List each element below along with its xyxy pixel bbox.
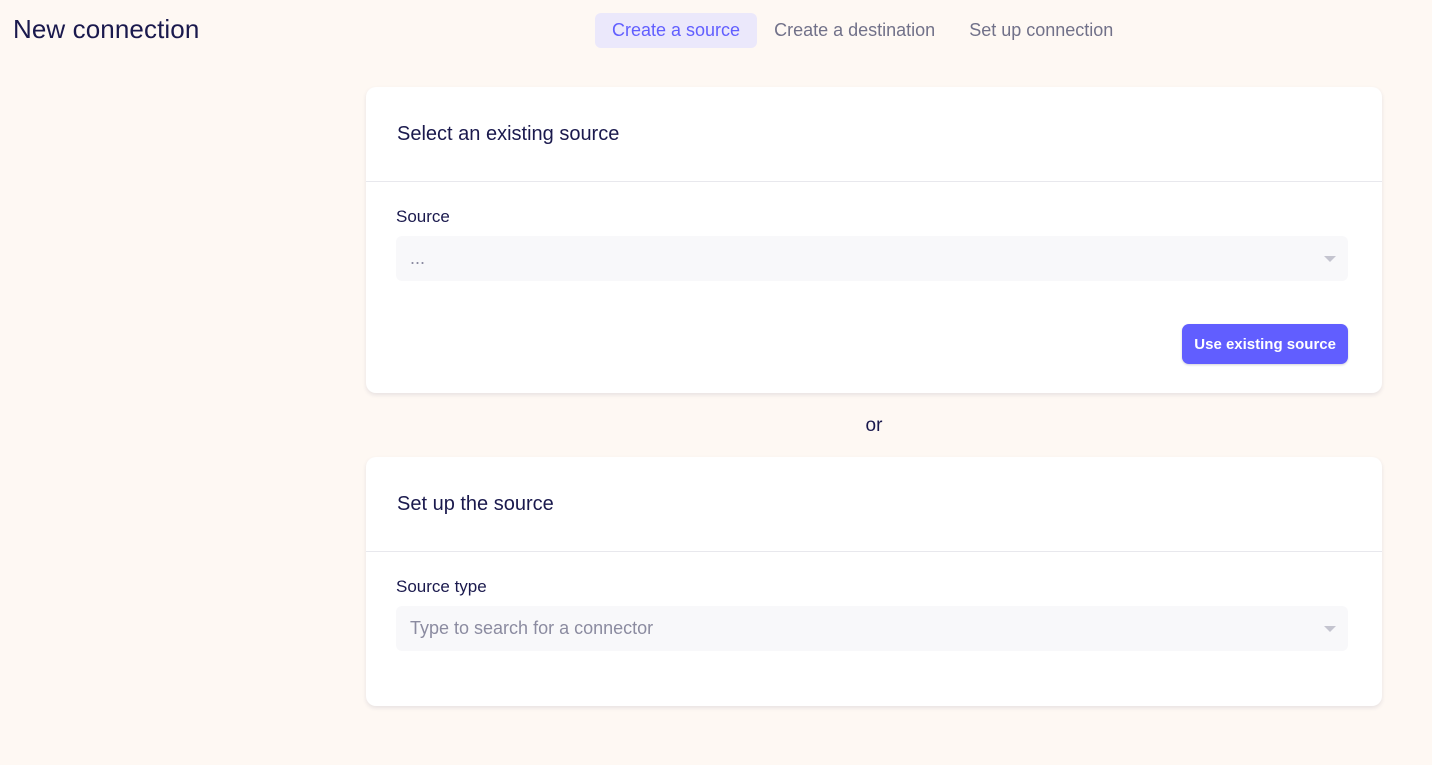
step-set-up-connection[interactable]: Set up connection — [952, 13, 1130, 48]
existing-source-heading: Select an existing source — [366, 87, 1382, 182]
source-type-label: Source type — [396, 577, 487, 596]
setup-source-heading: Set up the source — [366, 457, 1382, 552]
existing-source-card: Select an existing source Source ... Use… — [366, 87, 1382, 393]
source-label: Source — [396, 207, 450, 226]
new-connection-page: New connection Create a source Create a … — [0, 0, 1432, 765]
source-type-placeholder: Type to search for a connector — [410, 618, 654, 638]
or-divider: or — [865, 415, 883, 436]
source-select-value: ... — [410, 248, 426, 268]
source-field: Source ... — [396, 207, 1348, 281]
step-tabs: Create a source Create a destination Set… — [595, 13, 1130, 48]
source-type-select[interactable]: Type to search for a connector — [396, 606, 1348, 651]
step-create-destination[interactable]: Create a destination — [757, 13, 952, 48]
page-title: New connection — [13, 14, 200, 44]
chevron-down-icon — [1324, 625, 1336, 632]
use-existing-source-button[interactable]: Use existing source — [1182, 324, 1348, 364]
source-select[interactable]: ... — [396, 236, 1348, 281]
setup-source-card: Set up the source Source type Type to se… — [366, 457, 1382, 706]
source-type-field: Source type Type to search for a connect… — [396, 577, 1348, 651]
step-create-source[interactable]: Create a source — [595, 13, 758, 48]
chevron-down-icon — [1324, 255, 1336, 262]
